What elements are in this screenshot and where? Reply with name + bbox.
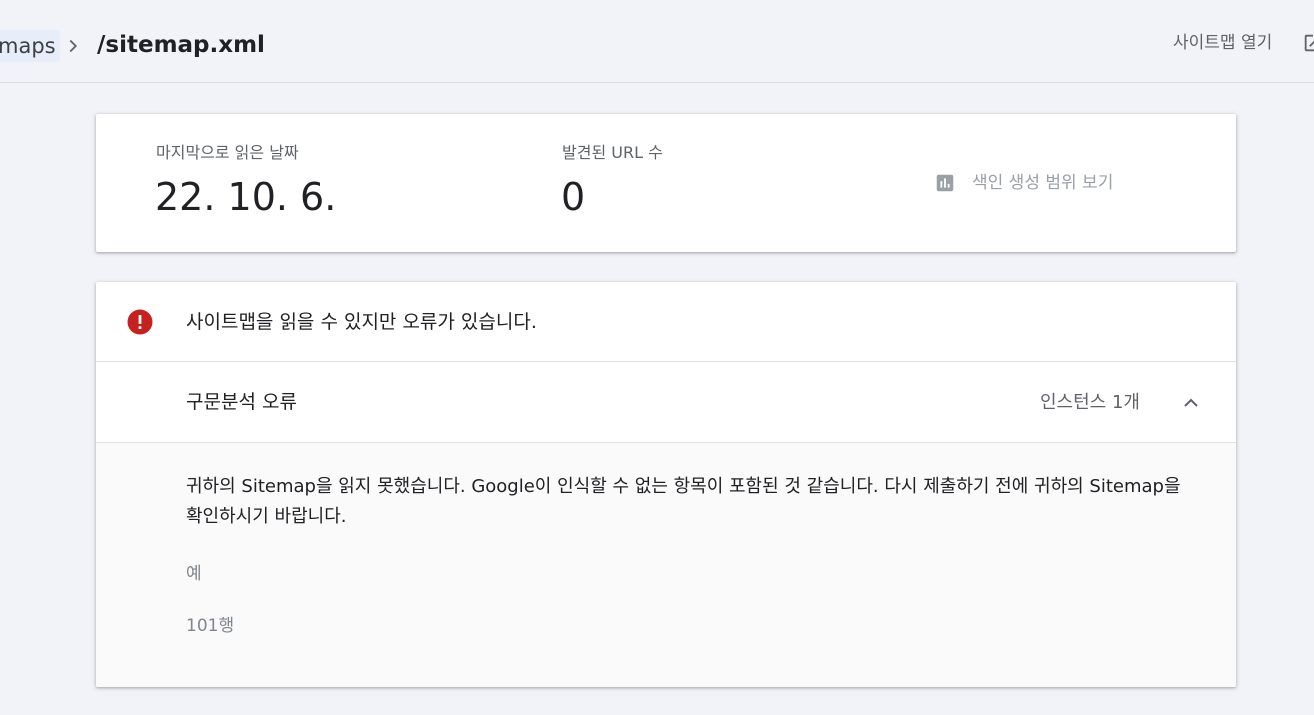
last-read-value: 22. 10. 6. [155,175,337,219]
discovered-urls-value: 0 [561,175,586,219]
page-title: /sitemap.xml [97,32,265,58]
error-icon [127,309,153,335]
example-line: 101행 [186,616,235,636]
view-coverage-label: 색인 생성 범위 보기 [972,173,1114,193]
issue-description: 귀하의 Sitemap을 읽지 못했습니다. Google이 인식할 수 없는 … [186,476,1181,527]
last-read-label: 마지막으로 읽은 날짜 [156,143,299,162]
bar-chart-icon [936,174,954,192]
sitemap-stats-card: 마지막으로 읽은 날짜 22. 10. 6. 발견된 URL 수 0 색인 생성… [96,114,1236,252]
issue-row-parse-error[interactable]: 구문분석 오류 인스턴스 1개 [96,362,1236,443]
error-title: 사이트맵을 읽을 수 있지만 오류가 있습니다. [186,311,537,333]
discovered-urls-label: 발견된 URL 수 [562,143,663,162]
issue-instance-count: 인스턴스 1개 [1040,392,1140,413]
chevron-right-icon [69,39,78,53]
open-in-new-icon[interactable] [1302,32,1314,54]
chevron-up-icon[interactable] [1179,391,1203,415]
breadcrumb-sitemaps-link[interactable]: maps [0,30,60,62]
issue-detail-panel: 귀하의 Sitemap을 읽지 못했습니다. Google이 인식할 수 없는 … [96,443,1236,687]
top-bar: maps /sitemap.xml 사이트맵 열기 [0,0,1314,83]
example-label: 예 [186,564,202,584]
open-sitemap-link[interactable]: 사이트맵 열기 [1173,30,1272,56]
error-header: 사이트맵을 읽을 수 있지만 오류가 있습니다. [96,282,1236,362]
issue-type: 구문분석 오류 [186,391,297,413]
sitemap-error-card: 사이트맵을 읽을 수 있지만 오류가 있습니다. 구문분석 오류 인스턴스 1개… [96,282,1236,687]
